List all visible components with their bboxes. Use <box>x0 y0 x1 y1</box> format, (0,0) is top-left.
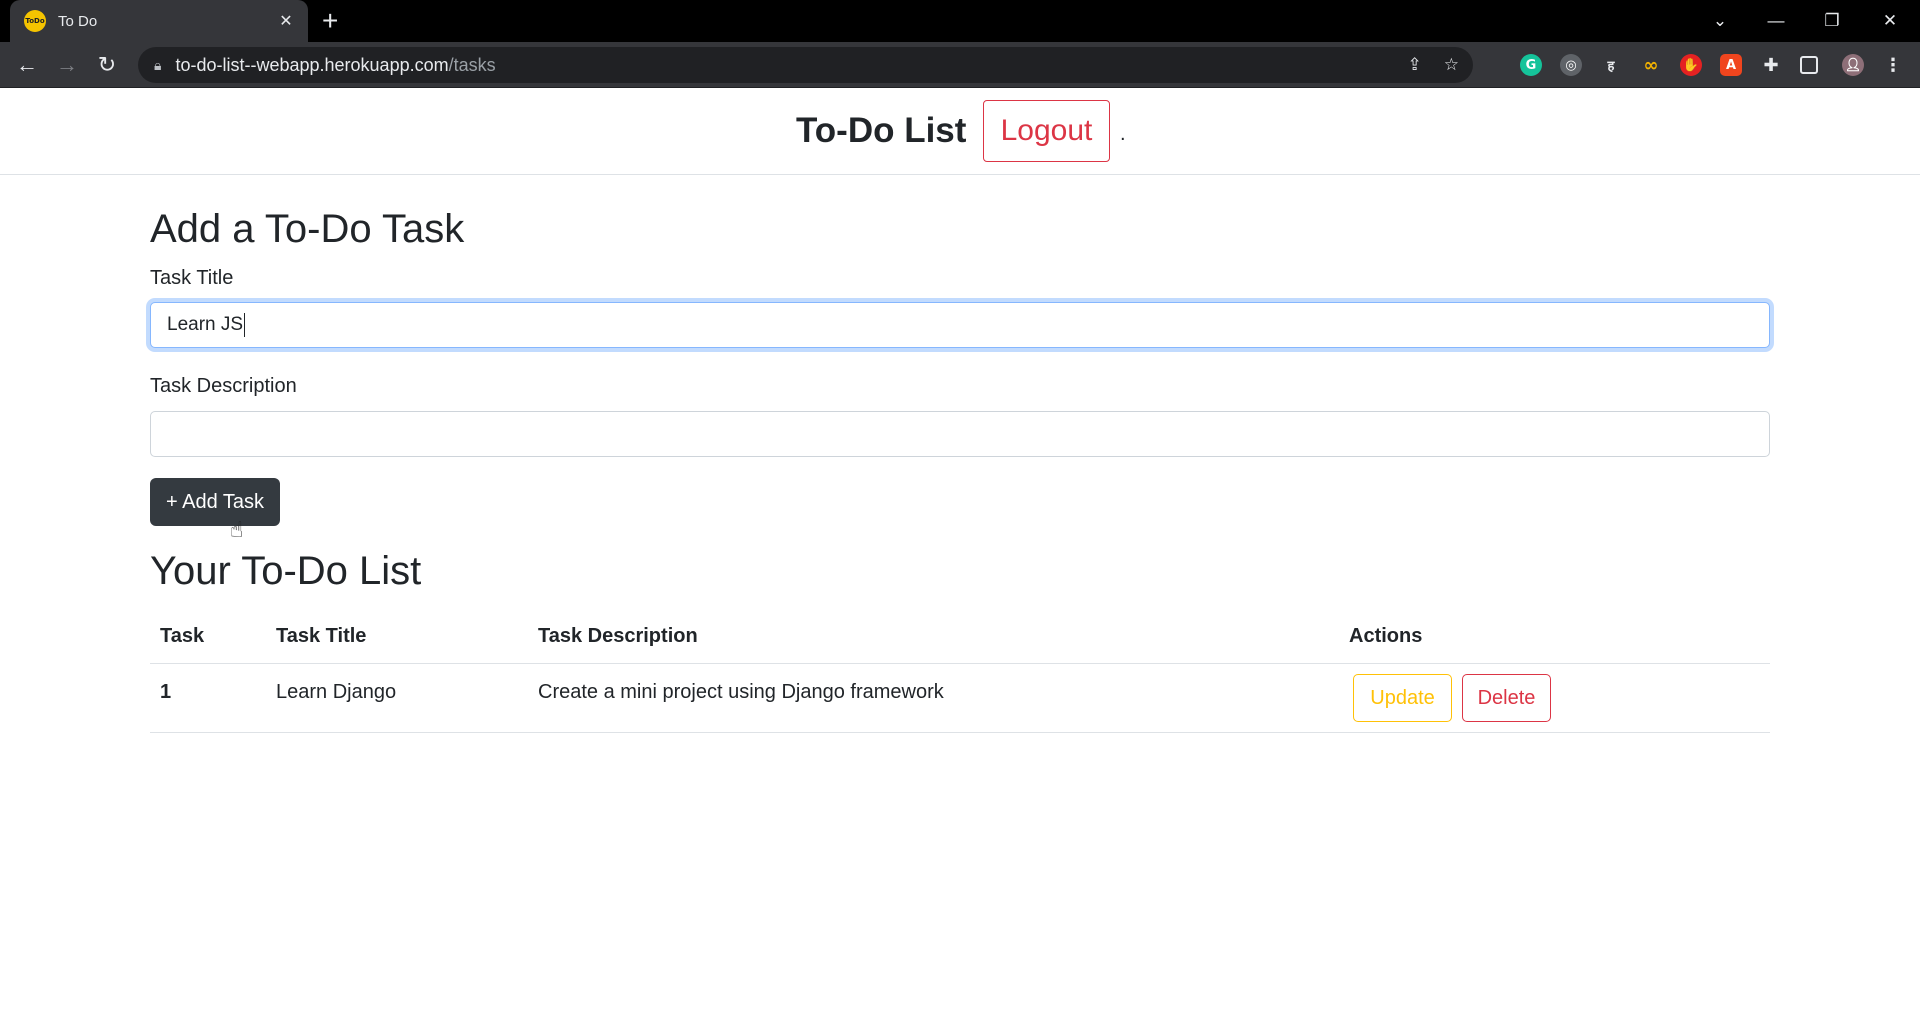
extension-translate-icon[interactable]: A <box>1720 54 1742 76</box>
text-caret <box>244 313 246 337</box>
forward-arrow-icon[interactable]: → <box>52 50 82 80</box>
browser-tab[interactable]: ToDo To Do ✕ <box>10 0 308 42</box>
update-button[interactable]: Update <box>1353 674 1452 722</box>
extension-infinity-icon[interactable]: ∞ <box>1640 54 1662 76</box>
task-number: 1 <box>160 681 172 703</box>
column-header-task-title: Task Title <box>276 625 367 647</box>
browser-tab-strip: ToDo To Do ✕ + ⌄ — ❐ ✕ <box>0 0 1920 42</box>
delete-button[interactable]: Delete <box>1462 674 1551 722</box>
task-description-cell: Create a mini project using Django frame… <box>538 681 944 703</box>
lock-icon[interactable]: 🔒︎ <box>154 57 161 74</box>
page-content: To-Do List Logout . Add a To-Do Task Tas… <box>0 89 1920 1030</box>
extension-stop-icon[interactable]: ✋ <box>1680 54 1702 76</box>
back-arrow-icon[interactable]: ← <box>12 50 42 80</box>
minimize-icon[interactable]: — <box>1748 0 1804 42</box>
task-title-input[interactable]: Learn JS <box>150 302 1770 348</box>
extensions-puzzle-icon[interactable]: ✚ <box>1760 54 1782 76</box>
column-header-task-description: Task Description <box>538 625 698 647</box>
share-icon[interactable]: ⇪ <box>1408 55 1422 75</box>
grammarly-extension-icon[interactable]: G <box>1520 54 1542 76</box>
tab-close-icon[interactable]: ✕ <box>276 11 296 31</box>
table-header-row: Task Task Title Task Description Actions <box>150 609 1770 664</box>
pointer-hand-cursor-icon: ☝︎ <box>230 517 244 542</box>
profile-avatar[interactable]: 👤︎ <box>1842 54 1864 76</box>
table-row: 1 Learn Django Create a mini project usi… <box>150 664 1770 733</box>
restore-icon[interactable]: ❐ <box>1804 0 1860 42</box>
add-task-heading: Add a To-Do Task <box>150 207 465 251</box>
url-host: to-do-list--webapp.herokuapp.com <box>175 54 449 75</box>
column-header-actions: Actions <box>1349 625 1423 647</box>
new-tab-plus-icon[interactable]: + <box>322 6 338 36</box>
url-path: /tasks <box>448 54 496 75</box>
browser-menu-icon[interactable]: ⋮ <box>1882 54 1904 76</box>
tab-title: To Do <box>58 12 98 30</box>
side-panel-icon[interactable] <box>1800 56 1818 74</box>
task-title-value: Learn JS <box>167 314 244 335</box>
address-bar[interactable]: 🔒︎ to-do-list--webapp.herokuapp.com/task… <box>138 47 1473 83</box>
todo-table: Task Task Title Task Description Actions… <box>150 609 1770 733</box>
add-task-button[interactable]: + Add Task <box>150 478 280 526</box>
task-description-label: Task Description <box>150 375 297 397</box>
extension-hindi-icon[interactable]: ह <box>1600 54 1622 76</box>
window-close-icon[interactable]: ✕ <box>1862 0 1918 42</box>
task-title-cell: Learn Django <box>276 681 397 703</box>
column-header-task: Task <box>160 625 205 647</box>
header-dot: . <box>1120 123 1126 145</box>
logout-button[interactable]: Logout <box>983 100 1110 162</box>
tab-search-chevron-icon[interactable]: ⌄ <box>1692 0 1748 42</box>
page-brand-title: To-Do List <box>796 111 967 150</box>
todo-list-heading: Your To-Do List <box>150 549 422 593</box>
todo-favicon-icon: ToDo <box>24 10 46 32</box>
task-title-label: Task Title <box>150 267 234 289</box>
reload-icon[interactable]: ↻ <box>92 50 122 80</box>
app-header: To-Do List Logout . <box>0 89 1920 175</box>
bookmark-star-icon[interactable]: ☆ <box>1444 55 1459 75</box>
task-description-input[interactable] <box>150 411 1770 457</box>
extension-glasses-icon[interactable]: ◎ <box>1560 54 1582 76</box>
browser-toolbar: ← → ↻ 🔒︎ to-do-list--webapp.herokuapp.co… <box>0 42 1920 88</box>
